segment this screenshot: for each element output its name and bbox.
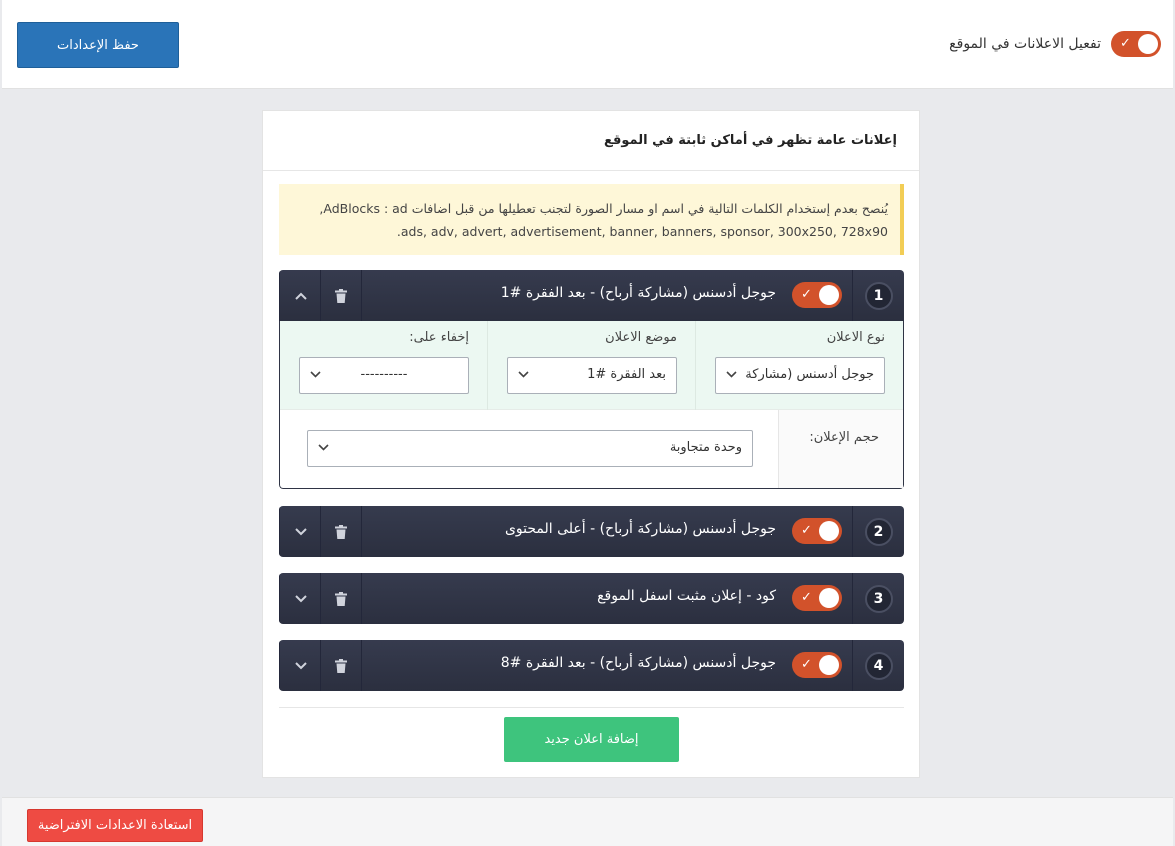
delete-ad-button[interactable]: [320, 573, 362, 624]
toggle-knob: [819, 285, 839, 305]
trash-icon: [335, 658, 347, 673]
collapse-ad-button[interactable]: [279, 270, 321, 321]
ad-item-body: نوع الاعلان جوجل أدسنس (مشاركة موضع الاع…: [279, 321, 904, 489]
ad-hide-value: ----------: [360, 367, 408, 382]
panel-divider: [279, 707, 904, 708]
chevron-down-icon: [726, 367, 737, 381]
ad-item-2: 2 ✓ جوجل أدسنس (مشاركة أرباح) - أعلى الم…: [279, 506, 904, 557]
delete-ad-button[interactable]: [320, 270, 362, 321]
ad-hide-select[interactable]: ----------: [299, 357, 469, 394]
toggle-knob: [1138, 34, 1158, 54]
ad-number: 1: [864, 281, 893, 310]
chevron-up-icon: [294, 292, 307, 300]
ad-title: جوجل أدسنس (مشاركة أرباح) - أعلى المحتوى: [504, 521, 776, 537]
ad-number-cell: 3: [852, 573, 904, 624]
trash-icon: [335, 288, 347, 303]
toggle-knob: [819, 588, 839, 608]
chevron-down-icon: [318, 440, 329, 454]
ad-position-value: بعد الفقرة #1: [587, 367, 666, 382]
ad-size-select[interactable]: وحدة متجاوبة: [307, 430, 753, 467]
ad-type-select[interactable]: جوجل أدسنس (مشاركة: [715, 357, 885, 394]
master-ads-toggle[interactable]: ✓: [1111, 31, 1161, 57]
ad-title: جوجل أدسنس (مشاركة أرباح) - بعد الفقرة #…: [500, 655, 776, 671]
ad-item-header[interactable]: 2 ✓ جوجل أدسنس (مشاركة أرباح) - أعلى الم…: [279, 506, 904, 557]
ad-number-cell: 4: [852, 640, 904, 691]
ad-enable-toggle[interactable]: ✓: [792, 652, 842, 678]
adblock-notice: يُنصح بعدم إستخدام الكلمات التالية في اس…: [279, 184, 904, 255]
chevron-down-icon: [518, 367, 529, 381]
ad-number: 3: [864, 584, 893, 613]
ad-item-4: 4 ✓ جوجل أدسنس (مشاركة أرباح) - بعد الفق…: [279, 640, 904, 691]
ad-item-1: 1 ✓ جوجل أدسنس (مشاركة أرباح) - بعد الفق…: [279, 270, 904, 489]
ad-size-row: حجم الإعلان: وحدة متجاوبة: [280, 410, 903, 488]
fixed-ads-panel: إعلانات عامة تظهر في أماكن ثابتة في المو…: [262, 110, 920, 778]
check-icon: ✓: [801, 287, 812, 302]
save-settings-button[interactable]: حفظ الإعدادات: [17, 22, 179, 68]
ad-item-header[interactable]: 1 ✓ جوجل أدسنس (مشاركة أرباح) - بعد الفق…: [279, 270, 904, 321]
ad-number-cell: 2: [852, 506, 904, 557]
ad-enable-toggle[interactable]: ✓: [792, 518, 842, 544]
ad-enable-toggle[interactable]: ✓: [792, 282, 842, 308]
delete-ad-button[interactable]: [320, 640, 362, 691]
expand-ad-button[interactable]: [279, 506, 321, 557]
top-toolbar: حفظ الإعدادات تفعيل الاعلانات في الموقع …: [2, 0, 1173, 89]
notice-line-1: يُنصح بعدم إستخدام الكلمات التالية في اس…: [319, 201, 888, 216]
ad-title: كود - إعلان مثبت اسفل الموقع: [597, 588, 776, 604]
ad-hide-label: إخفاء على:: [409, 330, 469, 345]
chevron-down-icon: [310, 367, 321, 381]
notice-line-2: ads, adv, advert, advertisement, banner,…: [396, 224, 888, 239]
ad-position-select[interactable]: بعد الفقرة #1: [507, 357, 677, 394]
ad-size-label: حجم الإعلان:: [809, 430, 879, 445]
ad-title: جوجل أدسنس (مشاركة أرباح) - بعد الفقرة #…: [500, 285, 776, 301]
ad-size-value: وحدة متجاوبة: [669, 440, 742, 455]
ad-number-cell: 1: [852, 270, 904, 321]
ad-size-label-cell: حجم الإعلان:: [778, 410, 903, 488]
check-icon: ✓: [801, 590, 812, 605]
ad-hide-column: إخفاء على: ----------: [279, 321, 487, 410]
ad-enable-toggle[interactable]: ✓: [792, 585, 842, 611]
reset-defaults-button[interactable]: استعادة الاعدادات الافتراضية: [27, 809, 203, 842]
ad-number: 4: [864, 651, 893, 680]
ad-position-column: موضع الاعلان بعد الفقرة #1: [487, 321, 695, 410]
toggle-knob: [819, 521, 839, 541]
trash-icon: [335, 591, 347, 606]
ad-number: 2: [864, 517, 893, 546]
panel-title: إعلانات عامة تظهر في أماكن ثابتة في المو…: [263, 111, 919, 171]
ad-settings-row: نوع الاعلان جوجل أدسنس (مشاركة موضع الاع…: [280, 321, 903, 410]
ad-type-column: نوع الاعلان جوجل أدسنس (مشاركة: [695, 321, 903, 410]
trash-icon: [335, 524, 347, 539]
check-icon: ✓: [801, 523, 812, 538]
bottom-toolbar: استعادة الاعدادات الافتراضية: [2, 797, 1173, 846]
check-icon: ✓: [1120, 36, 1131, 51]
ad-item-3: 3 ✓ كود - إعلان مثبت اسفل الموقع: [279, 573, 904, 624]
chevron-down-icon: [294, 594, 307, 602]
ad-position-label: موضع الاعلان: [605, 330, 677, 345]
expand-ad-button[interactable]: [279, 640, 321, 691]
expand-ad-button[interactable]: [279, 573, 321, 624]
check-icon: ✓: [801, 657, 812, 672]
master-toggle-label: تفعيل الاعلانات في الموقع: [949, 36, 1101, 52]
delete-ad-button[interactable]: [320, 506, 362, 557]
chevron-down-icon: [294, 527, 307, 535]
ad-type-label: نوع الاعلان: [826, 330, 885, 345]
ad-item-header[interactable]: 4 ✓ جوجل أدسنس (مشاركة أرباح) - بعد الفق…: [279, 640, 904, 691]
ad-type-value: جوجل أدسنس (مشاركة: [745, 367, 874, 382]
add-new-ad-button[interactable]: إضافة اعلان جديد: [504, 717, 679, 762]
toggle-knob: [819, 655, 839, 675]
ad-item-header[interactable]: 3 ✓ كود - إعلان مثبت اسفل الموقع: [279, 573, 904, 624]
chevron-down-icon: [294, 661, 307, 669]
master-ads-toggle-group: تفعيل الاعلانات في الموقع ✓: [949, 30, 1161, 58]
